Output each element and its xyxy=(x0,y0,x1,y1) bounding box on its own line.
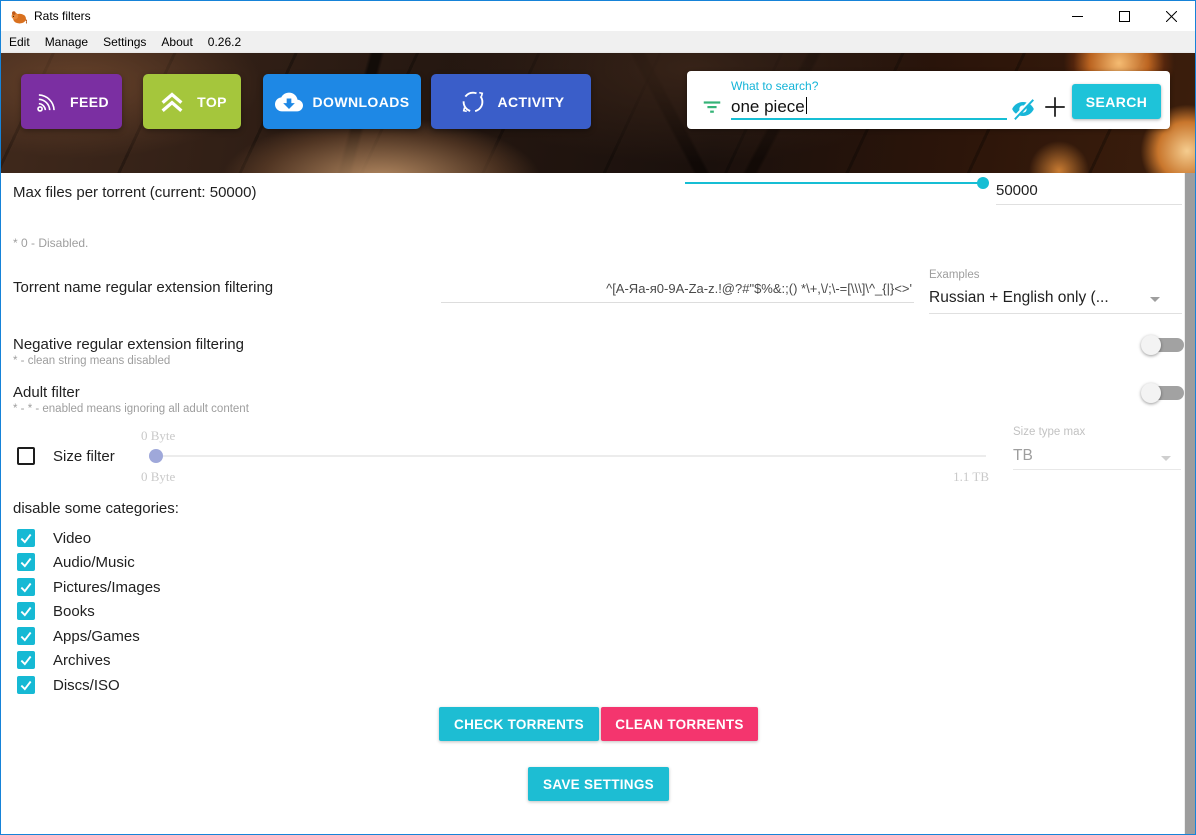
search-input-value: one piece xyxy=(731,95,805,119)
category-label-pictures: Pictures/Images xyxy=(53,579,161,596)
menu-settings[interactable]: Settings xyxy=(103,31,155,53)
text-caret xyxy=(806,97,807,114)
check-icon xyxy=(19,629,33,643)
examples-dropdown-value: Russian + English only (... xyxy=(929,289,1109,306)
rat-icon xyxy=(10,8,27,25)
category-label-video: Video xyxy=(53,530,91,547)
examples-dropdown[interactable]: Russian + English only (... xyxy=(929,285,1182,314)
size-type-dropdown[interactable]: TB xyxy=(1013,443,1181,470)
search-card: What to search? one piece SEARCH xyxy=(687,71,1170,129)
size-type-label: Size type max xyxy=(1013,426,1085,438)
regex-filter-input[interactable] xyxy=(441,275,914,303)
category-checkbox-discs[interactable] xyxy=(17,676,35,694)
menu-about[interactable]: About xyxy=(161,31,201,53)
vertical-scrollbar[interactable] xyxy=(1184,173,1195,835)
category-checkbox-books[interactable] xyxy=(17,602,35,620)
menu-bar: Edit Manage Settings About 0.26.2 xyxy=(1,31,1195,53)
max-files-input[interactable] xyxy=(996,177,1182,205)
double-chevron-up-icon xyxy=(157,87,187,117)
size-filter-label: Size filter xyxy=(53,448,115,465)
menu-version[interactable]: 0.26.2 xyxy=(208,31,250,53)
category-label-books: Books xyxy=(53,603,95,620)
max-files-slider-thumb[interactable] xyxy=(977,177,989,189)
check-icon xyxy=(19,653,33,667)
search-input[interactable]: one piece xyxy=(731,95,1007,120)
maximize-icon xyxy=(1119,11,1130,22)
eye-off-icon[interactable] xyxy=(1009,96,1037,122)
plus-icon[interactable] xyxy=(1042,94,1068,120)
feed-button-label: FEED xyxy=(70,94,109,110)
window-title: Rats filters xyxy=(34,9,91,23)
settings-panel: Max files per torrent (current: 50000) *… xyxy=(1,173,1195,834)
size-slider-thumb[interactable] xyxy=(149,449,163,463)
search-button[interactable]: SEARCH xyxy=(1072,84,1161,119)
activity-button-label: ACTIVITY xyxy=(498,94,565,110)
size-min-label-bottom: 0 Byte xyxy=(141,469,175,485)
size-slider[interactable] xyxy=(156,455,986,457)
minimize-icon xyxy=(1072,11,1083,22)
close-icon xyxy=(1166,11,1177,22)
category-checkbox-video[interactable] xyxy=(17,529,35,547)
negative-filter-toggle[interactable] xyxy=(1141,335,1185,355)
feed-button[interactable]: FEED xyxy=(21,74,122,129)
category-label-apps: Apps/Games xyxy=(53,628,140,645)
category-checkbox-pictures[interactable] xyxy=(17,578,35,596)
save-settings-button[interactable]: SAVE SETTINGS xyxy=(528,767,669,801)
max-files-slider[interactable] xyxy=(685,182,983,184)
max-files-label: Max files per torrent (current: 50000) xyxy=(13,184,256,201)
check-icon xyxy=(19,604,33,618)
size-type-dropdown-value: TB xyxy=(1013,447,1033,464)
adult-filter-toggle[interactable] xyxy=(1141,383,1185,403)
category-checkbox-archives[interactable] xyxy=(17,651,35,669)
menu-manage[interactable]: Manage xyxy=(45,31,97,53)
toggle-knob xyxy=(1141,383,1161,403)
adult-filter-label: Adult filter xyxy=(13,384,80,401)
category-label-audio: Audio/Music xyxy=(53,554,135,571)
top-button[interactable]: TOP xyxy=(143,74,241,129)
app-window: Rats filters Edit Manage Settings About … xyxy=(0,0,1196,835)
check-torrents-button[interactable]: CHECK TORRENTS xyxy=(439,707,599,741)
max-files-note: * 0 - Disabled. xyxy=(13,236,88,250)
category-label-archives: Archives xyxy=(53,652,111,669)
size-min-label-top: 0 Byte xyxy=(141,428,175,444)
examples-label: Examples xyxy=(929,269,980,281)
check-icon xyxy=(19,580,33,594)
maximize-button[interactable] xyxy=(1101,1,1148,31)
size-filter-checkbox[interactable] xyxy=(17,447,35,465)
title-bar: Rats filters xyxy=(1,1,1195,31)
category-label-discs: Discs/ISO xyxy=(53,677,120,694)
check-icon xyxy=(19,678,33,692)
minimize-button[interactable] xyxy=(1054,1,1101,31)
chevron-down-icon xyxy=(1150,297,1160,302)
search-label: What to search? xyxy=(731,79,818,93)
check-icon xyxy=(19,555,33,569)
downloads-button-label: DOWNLOADS xyxy=(313,94,410,110)
categories-title: disable some categories: xyxy=(13,500,179,517)
chevron-down-icon xyxy=(1161,456,1171,461)
cloud-download-icon xyxy=(275,88,303,116)
size-max-label: 1.1 TB xyxy=(921,469,989,485)
top-button-label: TOP xyxy=(197,94,227,110)
header-banner: FEED TOP DOWNLOADS ACTIVITY xyxy=(1,53,1195,173)
sync-circle-icon xyxy=(458,87,488,117)
toggle-knob xyxy=(1141,335,1161,355)
rss-feed-icon xyxy=(34,89,60,115)
menu-edit[interactable]: Edit xyxy=(9,31,39,53)
filter-list-icon xyxy=(701,95,723,117)
activity-button[interactable]: ACTIVITY xyxy=(431,74,591,129)
regex-filter-label: Torrent name regular extension filtering xyxy=(13,279,273,296)
downloads-button[interactable]: DOWNLOADS xyxy=(263,74,421,129)
adult-filter-note: * - * - enabled means ignoring all adult… xyxy=(13,403,249,415)
negative-filter-note: * - clean string means disabled xyxy=(13,355,170,367)
category-checkbox-apps[interactable] xyxy=(17,627,35,645)
negative-filter-label: Negative regular extension filtering xyxy=(13,336,244,353)
clean-torrents-button[interactable]: CLEAN TORRENTS xyxy=(601,707,758,741)
check-icon xyxy=(19,531,33,545)
category-checkbox-audio[interactable] xyxy=(17,553,35,571)
close-button[interactable] xyxy=(1148,1,1195,31)
